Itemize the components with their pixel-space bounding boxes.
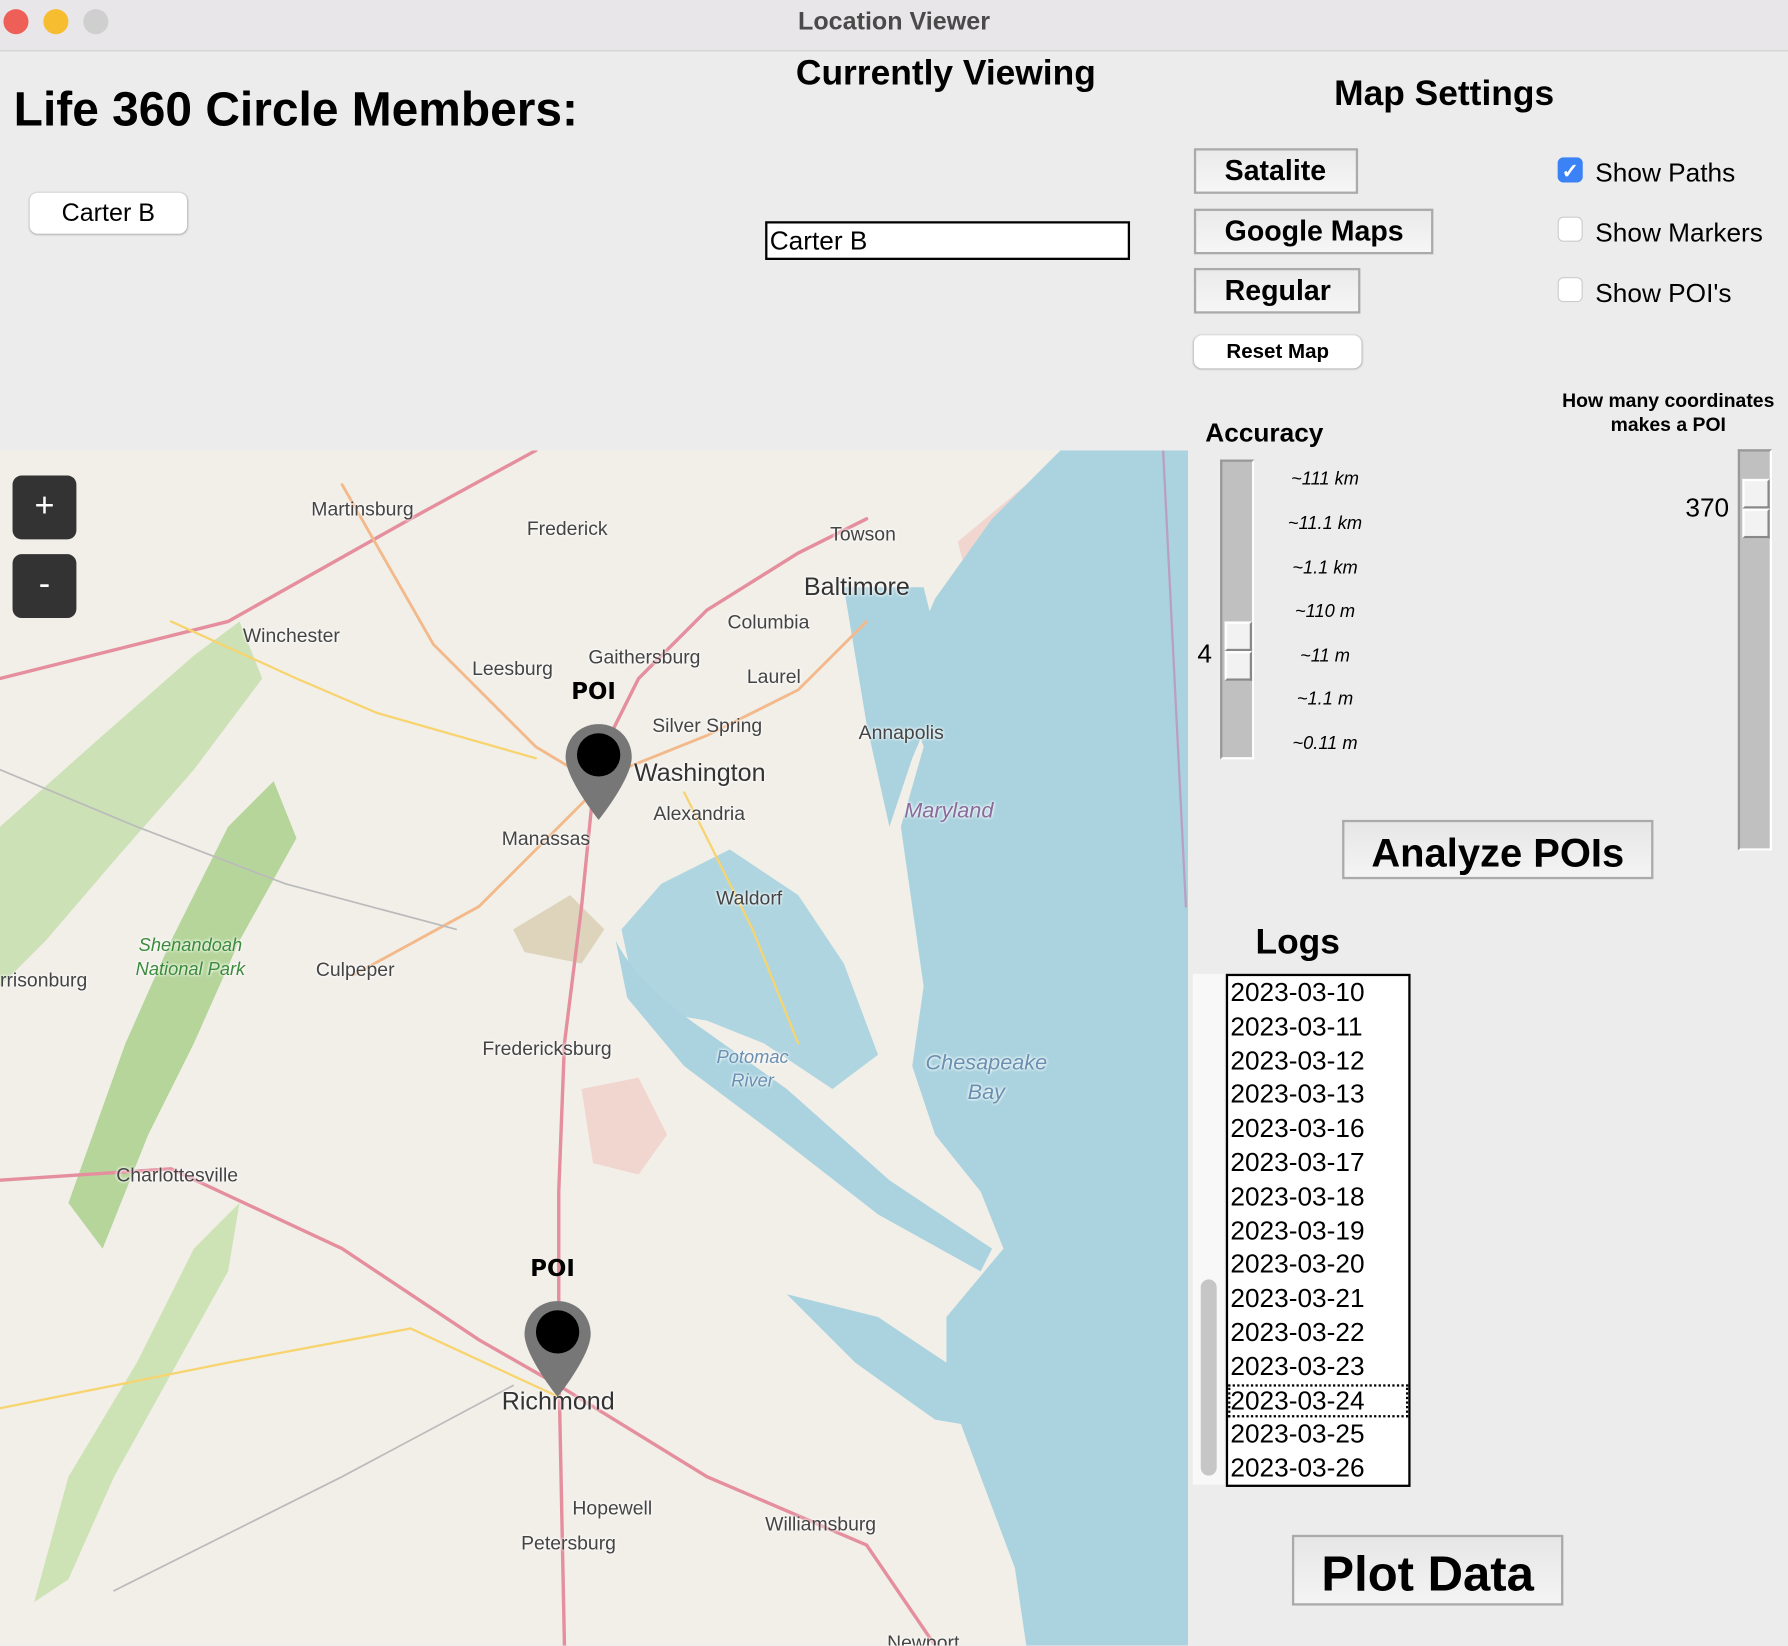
show-markers-label: Show Markers <box>1595 217 1763 248</box>
poi-threshold-value: 370 <box>1685 492 1730 523</box>
log-item[interactable]: 2023-03-12 <box>1228 1044 1408 1078</box>
show-markers-checkbox[interactable] <box>1557 216 1583 242</box>
log-item[interactable]: 2023-03-22 <box>1228 1316 1408 1350</box>
show-paths-checkbox[interactable]: ✓ <box>1557 157 1583 183</box>
map-label: Leesburg <box>472 657 553 680</box>
map-label: Williamsburg <box>765 1513 877 1535</box>
accuracy-slider[interactable] <box>1220 459 1255 760</box>
map-label: Potomac River <box>716 1047 789 1092</box>
accuracy-slider-thumb-lower <box>1224 651 1253 681</box>
map-pin-icon[interactable] <box>522 1299 593 1402</box>
accuracy-tick: ~110 m <box>1295 602 1356 622</box>
log-item[interactable]: 2023-03-16 <box>1228 1112 1408 1146</box>
accuracy-tick: ~1.1 km <box>1292 558 1358 579</box>
map-label: Columbia <box>727 611 810 633</box>
logs-heading: Logs <box>1255 921 1340 962</box>
logs-scrollbar[interactable] <box>1192 973 1225 1485</box>
map-label: Annapolis <box>858 721 944 744</box>
accuracy-tick: ~111 km <box>1291 469 1359 490</box>
poi-threshold-slider-thumb-lower <box>1742 508 1770 539</box>
accuracy-heading: Accuracy <box>1205 417 1324 447</box>
currently-viewing-field[interactable]: Carter B <box>765 221 1131 260</box>
reset-map-button[interactable]: Reset Map <box>1193 335 1362 369</box>
member-button-carter-b[interactable]: Carter B <box>29 192 188 234</box>
map-label: Manassas <box>501 827 591 850</box>
show-paths-label: Show Paths <box>1595 157 1736 188</box>
map-pin-icon[interactable] <box>563 722 634 825</box>
zoom-out-button[interactable]: - <box>12 554 77 619</box>
map-label: Martinsburg <box>311 498 414 520</box>
map-label: Hopewell <box>572 1497 653 1519</box>
poi-label: POI <box>571 677 616 705</box>
window-title: Location Viewer <box>798 6 990 36</box>
accuracy-value: 4 <box>1197 638 1212 669</box>
log-item[interactable]: 2023-03-11 <box>1228 1010 1408 1044</box>
poi-threshold-slider[interactable] <box>1737 449 1773 851</box>
map-view[interactable]: Martinsburg Frederick Towson Baltimore C… <box>0 450 1189 1646</box>
map-label: Frederick <box>526 517 608 540</box>
zoom-in-button[interactable]: + <box>12 475 77 540</box>
accuracy-tick: ~0.11 m <box>1292 734 1358 754</box>
logs-list[interactable]: 2023-03-10 2023-03-11 2023-03-12 2023-03-13… <box>1225 973 1411 1487</box>
accuracy-tick: ~11.1 km <box>1287 514 1363 534</box>
map-label: Baltimore <box>803 572 910 601</box>
map-settings-heading: Map Settings <box>1334 72 1555 113</box>
map-label: Shenandoah National Park <box>135 936 246 980</box>
map-label: Silver Spring <box>652 714 763 737</box>
map-label: Winchester <box>242 624 340 647</box>
map-label: Newport <box>887 1631 960 1646</box>
log-item[interactable]: 2023-03-20 <box>1228 1248 1408 1282</box>
log-item[interactable]: 2023-03-17 <box>1228 1146 1408 1180</box>
map-label: Alexandria <box>653 802 745 825</box>
analyze-pois-button[interactable]: Analyze POIs <box>1342 819 1654 880</box>
log-item[interactable]: 2023-03-18 <box>1228 1180 1408 1214</box>
map-label: Petersburg <box>521 1532 616 1555</box>
map-label: Culpeper <box>315 958 395 981</box>
currently-viewing-heading: Currently Viewing <box>795 52 1096 93</box>
map-label: Waldorf <box>716 887 783 909</box>
accuracy-tick: ~1.1 m <box>1296 689 1354 710</box>
plot-data-button[interactable]: Plot Data <box>1291 1534 1564 1606</box>
logs-scrollbar-thumb[interactable] <box>1200 1279 1217 1476</box>
map-label: rrisonburg <box>0 969 88 991</box>
log-item[interactable]: 2023-03-21 <box>1228 1282 1408 1316</box>
poi-threshold-heading: How many coordinates makes a POI <box>1549 389 1788 437</box>
poi-threshold-heading-line2: makes a POI <box>1610 413 1726 436</box>
log-item[interactable]: 2023-03-26 <box>1228 1452 1408 1485</box>
log-item[interactable]: 2023-03-23 <box>1228 1350 1408 1384</box>
members-heading: Life 360 Circle Members: <box>13 82 578 136</box>
map-label: Washington <box>634 758 766 787</box>
regular-button[interactable]: Regular <box>1193 267 1361 314</box>
title-bar: Location Viewer <box>0 0 1788 52</box>
map-label: Gaithersburg <box>588 646 701 669</box>
google-maps-button[interactable]: Google Maps <box>1193 208 1434 255</box>
accuracy-slider-thumb[interactable] <box>1224 621 1253 652</box>
log-item[interactable]: 2023-03-25 <box>1228 1418 1408 1452</box>
accuracy-tick: ~11 m <box>1300 646 1350 666</box>
map-label: Towson <box>830 523 896 546</box>
log-item[interactable]: 2023-03-13 <box>1228 1078 1408 1112</box>
poi-threshold-heading-line1: How many coordinates <box>1562 389 1775 412</box>
log-item[interactable]: 2023-03-24 <box>1228 1383 1409 1418</box>
map-label: Fredericksburg <box>482 1037 612 1060</box>
map-label: Chesapeake Bay <box>925 1051 1048 1105</box>
map-label: Laurel <box>746 665 801 688</box>
map-label: Charlottesville <box>116 1164 239 1186</box>
map-label: Maryland <box>904 799 994 824</box>
show-pois-checkbox[interactable] <box>1557 277 1583 303</box>
log-item[interactable]: 2023-03-19 <box>1228 1214 1408 1248</box>
log-item[interactable]: 2023-03-10 <box>1228 976 1408 1010</box>
satellite-button[interactable]: Satalite <box>1193 148 1359 194</box>
show-pois-label: Show POI's <box>1595 278 1732 308</box>
poi-label: POI <box>530 1254 575 1282</box>
poi-threshold-slider-thumb[interactable] <box>1742 478 1770 509</box>
